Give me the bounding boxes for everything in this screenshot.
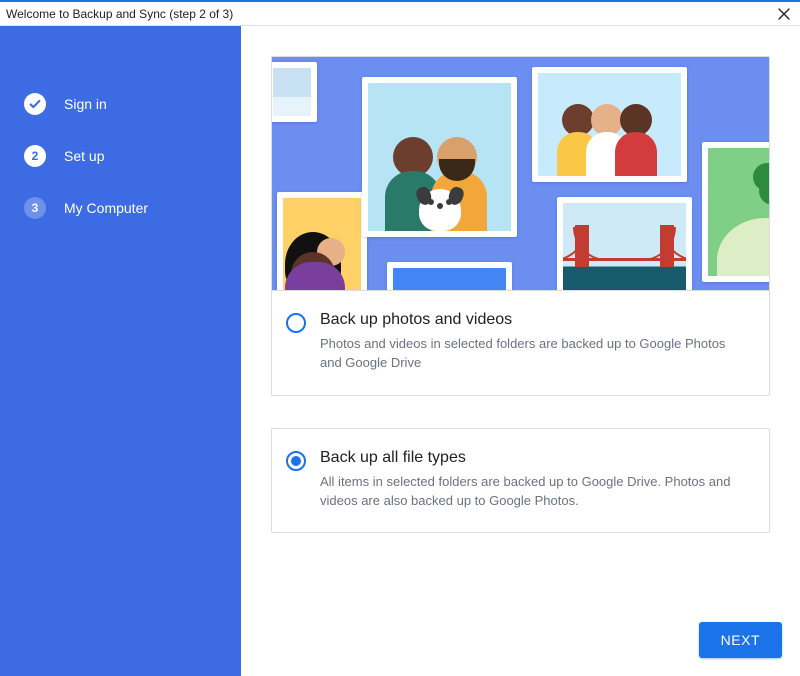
radio-dot-icon — [291, 456, 301, 466]
photo-frame — [387, 262, 512, 291]
option-description: All items in selected folders are backed… — [320, 473, 749, 511]
close-button[interactable] — [774, 4, 794, 24]
step-label: Sign in — [64, 96, 107, 112]
option-backup-all[interactable]: Back up all file types All items in sele… — [271, 428, 770, 534]
option-text: Back up all file types All items in sele… — [320, 449, 749, 511]
radio-selected[interactable] — [286, 451, 306, 471]
option-description: Photos and videos in selected folders ar… — [320, 335, 749, 373]
step-set-up[interactable]: 2 Set up — [0, 130, 241, 182]
footer: NEXT — [241, 606, 800, 676]
app-window: Welcome to Backup and Sync (step 2 of 3)… — [0, 0, 800, 676]
close-icon — [778, 8, 790, 20]
option-title: Back up all file types — [320, 449, 749, 467]
check-icon — [28, 97, 42, 111]
step-label: My Computer — [64, 200, 148, 216]
photo-frame — [557, 197, 692, 291]
option-text: Back up photos and videos Photos and vid… — [320, 311, 749, 373]
step-my-computer[interactable]: 3 My Computer — [0, 182, 241, 234]
sidebar: Sign in 2 Set up 3 My Computer — [0, 26, 241, 676]
titlebar: Welcome to Backup and Sync (step 2 of 3) — [0, 2, 800, 26]
next-button[interactable]: NEXT — [699, 622, 782, 658]
radio-unselected[interactable] — [286, 313, 306, 333]
photo-frame — [532, 67, 687, 182]
step-number-badge: 3 — [24, 197, 46, 219]
photo-frame — [702, 142, 770, 282]
photo-frame — [362, 77, 517, 237]
step-done-icon — [24, 93, 46, 115]
main-content: Back up photos and videos Photos and vid… — [241, 26, 800, 676]
option-title: Back up photos and videos — [320, 311, 749, 329]
step-label: Set up — [64, 148, 104, 164]
step-sign-in[interactable]: Sign in — [0, 78, 241, 130]
hero-illustration — [271, 56, 770, 291]
photo-frame — [277, 192, 367, 291]
window-body: Sign in 2 Set up 3 My Computer — [0, 26, 800, 676]
photo-frame — [271, 62, 317, 122]
window-title: Welcome to Backup and Sync (step 2 of 3) — [6, 7, 774, 21]
option-backup-photos[interactable]: Back up photos and videos Photos and vid… — [271, 290, 770, 396]
step-number-badge: 2 — [24, 145, 46, 167]
